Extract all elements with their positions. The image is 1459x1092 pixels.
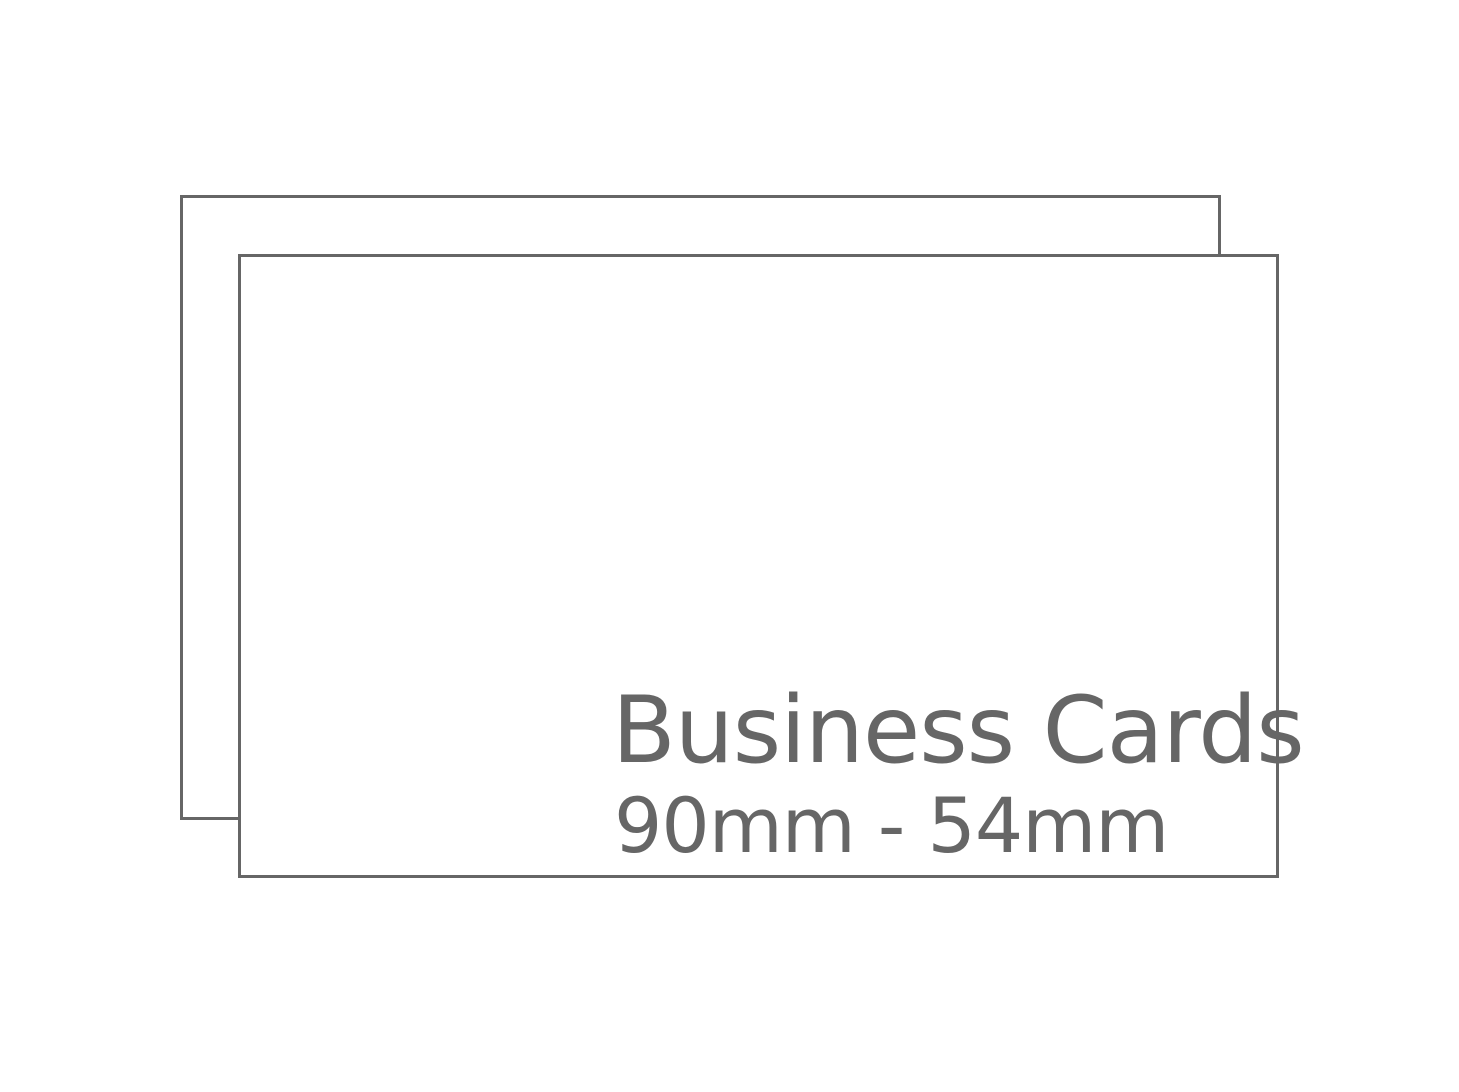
card-dimensions: 90mm - 54mm <box>614 781 1169 870</box>
card-title: Business Cards <box>612 676 1305 784</box>
